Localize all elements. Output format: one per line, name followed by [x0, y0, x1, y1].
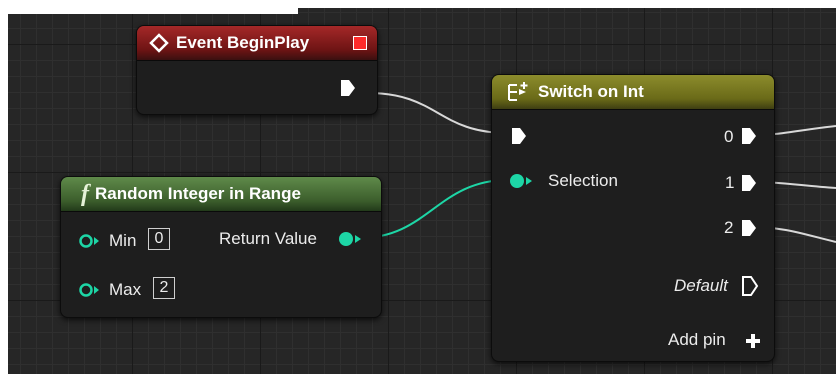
exec-in-pin[interactable] — [510, 126, 528, 146]
return-value-label: Return Value — [219, 229, 317, 248]
exec-out-1-pin[interactable] — [740, 173, 758, 193]
switch-node-title: Switch on Int — [538, 82, 644, 101]
exec-out-default-pin[interactable] — [741, 275, 759, 297]
plus-icon[interactable] — [745, 333, 761, 349]
output-2-label: 2 — [724, 218, 734, 237]
switch-icon — [508, 82, 528, 101]
min-label: Min — [109, 231, 137, 250]
exec-wire-beginplay-to-switch[interactable] — [367, 92, 509, 134]
add-pin-label[interactable]: Add pin — [668, 330, 726, 350]
data-wire-return-to-selection[interactable] — [359, 179, 509, 239]
switch-on-int-node[interactable]: Switch on Int Selection 0 1 2 Default Ad… — [491, 74, 775, 362]
event-delegate-pin[interactable] — [353, 36, 367, 50]
random-node-header: f Random Integer in Range — [61, 177, 381, 212]
random-node-title: Random Integer in Range — [95, 184, 301, 203]
random-integer-node[interactable]: f Random Integer in Range Min 0 Max 2 Re… — [60, 176, 382, 318]
screenshot-frame: Event BeginPlay f Random Integer in Rang… — [0, 0, 836, 384]
blueprint-graph-canvas[interactable]: Event BeginPlay f Random Integer in Rang… — [8, 8, 836, 374]
return-value-pin-icon[interactable] — [337, 230, 363, 248]
exec-out-0-pin[interactable] — [740, 126, 758, 146]
max-value-field[interactable]: 2 — [153, 277, 175, 299]
offscreen-node-edge — [8, 8, 298, 14]
function-f-icon: f — [81, 180, 89, 207]
min-value-field[interactable]: 0 — [148, 228, 170, 250]
selection-pin-icon[interactable] — [508, 172, 534, 190]
selection-label: Selection — [548, 171, 618, 190]
exec-out-2-pin[interactable] — [740, 218, 758, 238]
switch-node-header: Switch on Int — [492, 75, 774, 110]
event-node-header: Event BeginPlay — [137, 26, 377, 61]
event-diamond-icon — [149, 33, 169, 53]
output-0-label: 0 — [724, 127, 734, 146]
event-beginplay-node[interactable]: Event BeginPlay — [136, 25, 378, 115]
min-pin-icon[interactable] — [79, 233, 103, 249]
exec-out-pin[interactable] — [339, 78, 357, 98]
event-node-title: Event BeginPlay — [176, 33, 310, 52]
default-label: Default — [674, 276, 728, 295]
output-1-label: 1 — [725, 173, 735, 192]
max-label: Max — [109, 280, 142, 299]
max-pin-icon[interactable] — [79, 282, 103, 298]
